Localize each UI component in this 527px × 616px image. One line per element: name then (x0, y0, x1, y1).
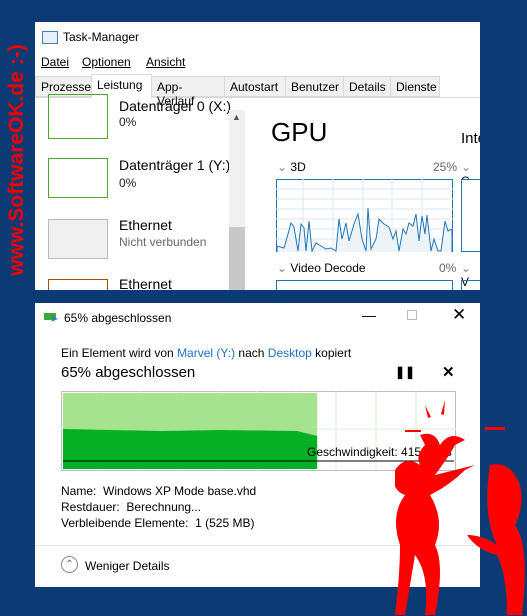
file-name: Windows XP Mode base.vhd (103, 484, 257, 498)
mascot-figures (395, 400, 525, 615)
items-remaining: 1 (525 MB) (195, 516, 255, 530)
watermark: www.SoftwareOK.de :-) (5, 44, 28, 276)
menu-datei[interactable]: Datei (41, 55, 69, 69)
disk0-value: 0% (119, 115, 137, 129)
ethernet-status: Nicht verbunden (119, 235, 207, 249)
ethernet-thumbnail[interactable] (48, 219, 108, 259)
menu-ansicht[interactable]: Ansicht (146, 55, 185, 69)
dialog-title: 65% abgeschlossen (64, 311, 172, 325)
tab-app-verlauf[interactable]: App-Verlauf (151, 76, 225, 108)
graph-video-decode-value: 0% (439, 261, 457, 275)
graph-3d (276, 179, 453, 252)
cancel-button[interactable]: ✕ (442, 363, 455, 381)
progress-headline: 65% abgeschlossen (61, 364, 196, 381)
disk1-value: 0% (119, 176, 137, 190)
minimize-button[interactable]: — (362, 307, 376, 323)
close-button[interactable]: ✕ (452, 305, 466, 325)
scrollbar[interactable]: ▲ (229, 110, 245, 290)
copy-description: Ein Element wird von Marvel (Y:) nach De… (61, 346, 352, 360)
disk0-label[interactable]: Datenträger 0 (X:) (119, 98, 231, 114)
less-details-button[interactable]: Weniger Details (85, 559, 169, 573)
speed-area (63, 429, 318, 469)
pause-button[interactable]: ❚❚ (395, 365, 415, 379)
gpu-title: GPU (271, 117, 328, 147)
ethernet2-label[interactable]: Ethernet (119, 276, 172, 290)
chevron-up-icon[interactable]: ⌃ (61, 556, 78, 573)
tab-autostart[interactable]: Autostart (224, 76, 286, 97)
tab-dienste[interactable]: Dienste (390, 76, 440, 97)
disk1-thumbnail[interactable] (48, 158, 108, 198)
chevron-down-icon[interactable]: ⌄ (277, 160, 287, 174)
source-link[interactable]: Marvel (Y:) (177, 346, 235, 360)
tab-benutzer[interactable]: Benutzer (285, 76, 344, 97)
maximize-button[interactable] (407, 310, 417, 320)
graph-video-decode-label: Video Decode (290, 261, 366, 275)
scrollbar-thumb[interactable] (229, 227, 245, 290)
graph-3d-label: 3D (290, 160, 306, 174)
tab-details[interactable]: Details (343, 76, 391, 97)
task-manager-window: Task-Manager Datei Optionen Ansicht Proz… (35, 22, 480, 290)
menu-optionen[interactable]: Optionen (82, 55, 131, 69)
ethernet-label[interactable]: Ethernet (119, 217, 172, 233)
disk0-thumbnail[interactable] (48, 94, 108, 139)
window-title: Task-Manager (63, 30, 140, 44)
time-remaining: Berechnung... (126, 500, 202, 514)
gpu-name: Intel (461, 130, 480, 147)
graph-3d-value: 25% (433, 160, 458, 174)
dest-link[interactable]: Desktop (268, 346, 312, 360)
disk1-label[interactable]: Datenträger 1 (Y:) (119, 157, 229, 173)
ethernet2-thumbnail[interactable] (48, 279, 108, 290)
task-manager-icon (42, 31, 58, 44)
